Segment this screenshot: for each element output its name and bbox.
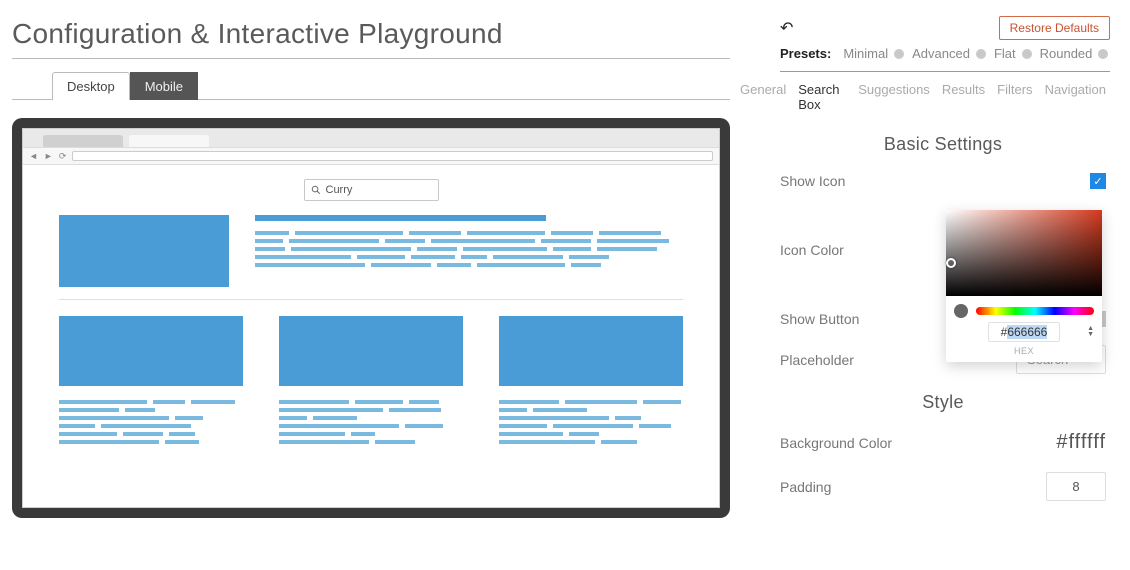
browser-tab-active (129, 135, 209, 147)
tab-suggestions[interactable]: Suggestions (858, 82, 930, 112)
color-picker-hex-label: HEX (946, 346, 1102, 362)
wire-paragraph (255, 231, 683, 267)
wire-card (499, 316, 683, 444)
section-basic-settings: Basic Settings (780, 134, 1106, 155)
wire-divider (59, 299, 683, 300)
presets-label: Presets: (780, 46, 831, 61)
browser-navbar: ◄ ► ⟳ (23, 147, 719, 165)
preset-advanced[interactable]: Advanced (912, 46, 986, 61)
right-divider (780, 71, 1110, 72)
wire-hero-image (59, 215, 229, 287)
wire-card (279, 316, 463, 444)
demo-search-value: Curry (326, 184, 353, 196)
browser-tabbar (23, 129, 719, 147)
label-show-icon: Show Icon (780, 173, 930, 189)
label-background-color: Background Color (780, 435, 930, 451)
preset-rounded[interactable]: Rounded (1040, 46, 1109, 61)
tab-search-box[interactable]: Search Box (798, 82, 846, 112)
section-style: Style (780, 392, 1106, 413)
color-picker-hue[interactable] (976, 307, 1094, 315)
tab-desktop[interactable]: Desktop (52, 72, 130, 100)
device-tabs: Desktop Mobile (52, 71, 730, 99)
input-padding[interactable]: 8 (1046, 472, 1106, 501)
wire-card (59, 316, 243, 444)
settings-tabs: General Search Box Suggestions Results F… (740, 82, 1110, 112)
tab-filters[interactable]: Filters (997, 82, 1032, 112)
color-picker-swatch (954, 304, 968, 318)
preset-minimal[interactable]: Minimal (843, 46, 904, 61)
label-show-button: Show Button (780, 311, 930, 327)
title-divider (12, 58, 730, 59)
reload-icon: ⟳ (59, 151, 67, 162)
tab-general[interactable]: General (740, 82, 786, 112)
wire-heading (255, 215, 546, 221)
tab-mobile[interactable]: Mobile (130, 72, 198, 100)
label-placeholder: Placeholder (780, 352, 930, 368)
browser-tab (43, 135, 123, 147)
presets-row: Presets: Minimal Advanced Flat Rounded (740, 46, 1110, 61)
color-picker-mode-spinner[interactable]: ▲ ▼ (1087, 326, 1094, 338)
checkbox-show-icon[interactable]: ✓ (1090, 173, 1106, 189)
preset-flat[interactable]: Flat (994, 46, 1032, 61)
input-background-color[interactable]: #ffffff (1056, 431, 1106, 454)
back-icon: ◄ (29, 151, 38, 161)
tab-results[interactable]: Results (942, 82, 985, 112)
chevron-down-icon: ▼ (1087, 332, 1094, 338)
browser-mock: ◄ ► ⟳ Curry (22, 128, 720, 508)
label-padding: Padding (780, 479, 930, 495)
restore-defaults-button[interactable]: Restore Defaults (999, 16, 1110, 40)
color-picker-hex-input[interactable]: #666666 (988, 322, 1060, 342)
label-icon-color: Icon Color (780, 242, 930, 258)
tab-navigation[interactable]: Navigation (1045, 82, 1106, 112)
undo-icon[interactable]: ↶ (780, 18, 793, 38)
address-bar (72, 151, 713, 161)
device-frame: ◄ ► ⟳ Curry (12, 118, 730, 518)
color-picker-cursor[interactable] (946, 258, 956, 268)
demo-search-box[interactable]: Curry (304, 179, 439, 201)
search-icon (311, 185, 321, 195)
page-title: Configuration & Interactive Playground (12, 18, 730, 50)
forward-icon: ► (44, 151, 53, 161)
color-picker-sv[interactable] (946, 210, 1102, 296)
color-picker[interactable]: #666666 ▲ ▼ HEX (946, 210, 1102, 362)
